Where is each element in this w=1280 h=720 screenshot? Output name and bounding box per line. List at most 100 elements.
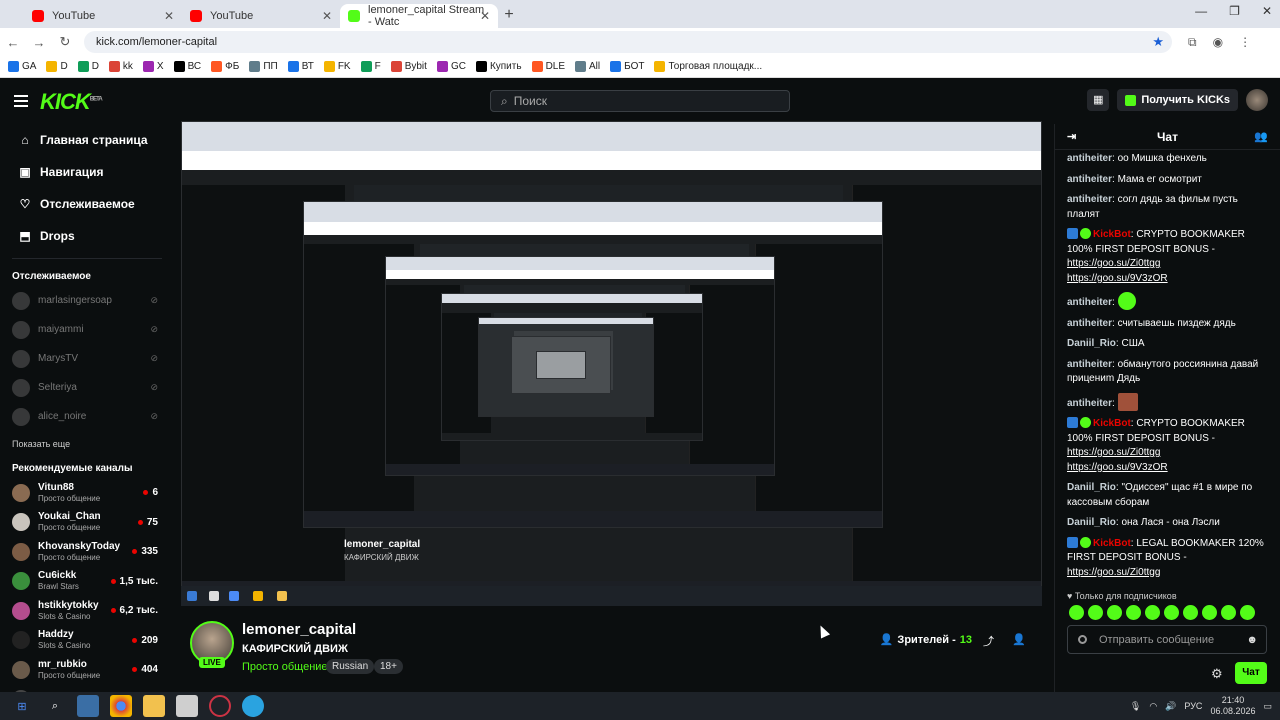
browser-tab[interactable]: YouTube ✕ [24, 4, 182, 28]
bookmark-item[interactable]: ФБ [211, 61, 239, 72]
stream-tag[interactable]: 18+ [374, 659, 403, 674]
chat-username[interactable]: antiheiter [1067, 194, 1112, 205]
chat-username[interactable]: KickBot [1093, 538, 1131, 549]
stream-category-link[interactable]: Просто общение [242, 661, 328, 673]
emote-icon[interactable] [1183, 605, 1198, 620]
close-tab-icon[interactable]: ✕ [164, 9, 174, 23]
forward-icon[interactable]: → [26, 35, 52, 50]
bookmark-item[interactable]: F [360, 61, 381, 72]
mic-icon[interactable]: 🎙 [1130, 701, 1141, 712]
video-player[interactable]: lemoner_capital КАФИРСКИЙ ДВИЖ [181, 121, 1042, 606]
browser-tab-active[interactable]: lemoner_capital Stream - Watc ✕ [340, 4, 498, 28]
followed-channel[interactable]: Selteriya ⊘ [0, 373, 172, 402]
recommended-channel[interactable]: Youkai_Chan Просто общение 75 [0, 508, 172, 538]
emote-icon[interactable] [1221, 605, 1236, 620]
channel-name[interactable]: lemoner_capital [242, 621, 356, 638]
obs-icon[interactable] [209, 695, 231, 717]
hamburger-menu-icon[interactable] [14, 95, 28, 107]
maximize-icon[interactable]: ❐ [1229, 4, 1240, 18]
emoji-icon[interactable]: ☻ [1246, 634, 1258, 646]
search-input[interactable]: ⌕ Поиск [490, 90, 790, 112]
clock[interactable]: 21:40 06.08.2026 [1210, 695, 1255, 717]
emote-icon[interactable] [1107, 605, 1122, 620]
folder-icon[interactable] [143, 695, 165, 717]
sidebar-item-3[interactable]: ♡ Отслеживаемое [0, 188, 172, 220]
bookmark-item[interactable]: All [575, 61, 600, 72]
bookmark-item[interactable]: ПП [249, 61, 278, 72]
clips-button[interactable]: ▦ [1087, 89, 1110, 111]
volume-icon[interactable]: 🔊 [1165, 701, 1176, 712]
followed-channel[interactable]: marlasingersoap ⊘ [0, 286, 172, 315]
chat-username[interactable]: antiheiter [1067, 398, 1112, 409]
bookmark-item[interactable]: ВС [173, 61, 201, 72]
emote-icon[interactable] [1164, 605, 1179, 620]
chat-link[interactable]: https://goo.su/Zi0ttgg [1067, 447, 1160, 458]
follow-user-icon[interactable]: 👤 [1012, 633, 1026, 646]
chat-link[interactable]: https://goo.su/Zi0ttgg [1067, 258, 1160, 269]
bookmark-item[interactable]: FK [323, 61, 351, 72]
notifications-icon[interactable]: ▭ [1263, 701, 1272, 712]
chat-username[interactable]: antiheiter [1067, 359, 1112, 370]
chat-link[interactable]: https://goo.su/9V3zOR [1067, 462, 1168, 473]
back-icon[interactable]: ← [0, 35, 26, 50]
browser-tab[interactable]: YouTube ✕ [182, 4, 340, 28]
chrome-icon[interactable] [110, 695, 132, 717]
chat-username[interactable]: Daniil_Rio [1067, 482, 1116, 493]
bookmark-item[interactable]: Bybit [390, 61, 427, 72]
chat-username[interactable]: Daniil_Rio [1067, 517, 1116, 528]
close-tab-icon[interactable]: ✕ [322, 9, 332, 23]
chat-username[interactable]: antiheiter [1067, 318, 1112, 329]
share-icon[interactable]: ⤴ [983, 633, 994, 649]
bookmark-item[interactable]: Торговая площадк... [654, 61, 762, 72]
chat-username[interactable]: antiheiter [1067, 297, 1112, 308]
minimize-icon[interactable]: — [1195, 4, 1207, 18]
close-window-icon[interactable]: ✕ [1262, 4, 1272, 18]
user-avatar[interactable] [1246, 89, 1268, 111]
reload-icon[interactable]: ↻ [52, 34, 78, 50]
followed-channel[interactable]: MarysTV ⊘ [0, 344, 172, 373]
bookmark-item[interactable]: kk [108, 61, 133, 72]
followed-channel[interactable]: alice_noire ⊘ [0, 402, 172, 431]
recommended-channel[interactable]: mr_rubkio Просто общение 404 [0, 655, 172, 685]
chat-link[interactable]: https://goo.su/9V3zOR [1067, 273, 1168, 284]
emote-icon[interactable] [1240, 605, 1255, 620]
bookmark-item[interactable]: GC [436, 61, 466, 72]
followed-channel[interactable]: maiyammi ⊘ [0, 315, 172, 344]
calculator-icon[interactable] [77, 695, 99, 717]
emote-icon[interactable] [1088, 605, 1103, 620]
get-kicks-button[interactable]: Получить KICKs [1117, 89, 1238, 111]
wifi-icon[interactable]: ◠ [1149, 701, 1157, 712]
chat-username[interactable]: antiheiter [1067, 153, 1112, 164]
bookmark-item[interactable]: GA [8, 61, 36, 72]
bookmark-item[interactable]: DLE [531, 61, 565, 72]
chat-users-icon[interactable]: 👥 [1254, 130, 1268, 143]
chat-settings-icon[interactable]: ⚙ [1211, 666, 1223, 682]
emote-icon[interactable] [1202, 605, 1217, 620]
chat-username[interactable]: Daniil_Rio [1067, 338, 1116, 349]
chat-username[interactable]: antiheiter [1067, 174, 1112, 185]
language-indicator[interactable]: РУС [1184, 701, 1202, 711]
bookmark-item[interactable]: D [46, 61, 68, 72]
chat-link[interactable]: https://goo.su/Zi0ttgg [1067, 567, 1160, 578]
emote-icon[interactable] [1126, 605, 1141, 620]
kick-logo[interactable]: KICKBETA [40, 89, 103, 115]
recommended-channel[interactable]: Haddzy Slots & Casino 209 [0, 626, 172, 656]
sidebar-item-2[interactable]: ▣ Навигация [0, 156, 172, 188]
chat-username[interactable]: KickBot [1093, 229, 1131, 240]
search-icon[interactable]: ⌕ [44, 695, 66, 717]
recommended-channel[interactable]: Cu6ickk Brawl Stars 1,5 тыс. [0, 567, 172, 597]
recommended-channel[interactable]: KhovanskyToday Просто общение 335 [0, 537, 172, 567]
bookmark-star-icon[interactable]: ★ [1152, 34, 1164, 50]
new-tab-button[interactable]: + [498, 4, 520, 28]
bookmark-item[interactable]: D [77, 61, 99, 72]
url-field[interactable]: kick.com/lemoner-capital ★ [84, 31, 1172, 53]
close-tab-icon[interactable]: ✕ [480, 9, 490, 23]
emote-icon[interactable] [1145, 605, 1160, 620]
bookmark-item[interactable]: ВТ [287, 61, 314, 72]
chat-input[interactable]: Отправить сообщение ☻ [1067, 625, 1267, 654]
show-more-link[interactable]: Показать еще [0, 431, 172, 457]
chat-username[interactable]: KickBot [1093, 418, 1131, 429]
stream-tag[interactable]: Russian [326, 659, 375, 674]
sidebar-item-1[interactable]: ⌂ Главная страница [0, 124, 172, 156]
emote-icon[interactable] [1069, 605, 1084, 620]
